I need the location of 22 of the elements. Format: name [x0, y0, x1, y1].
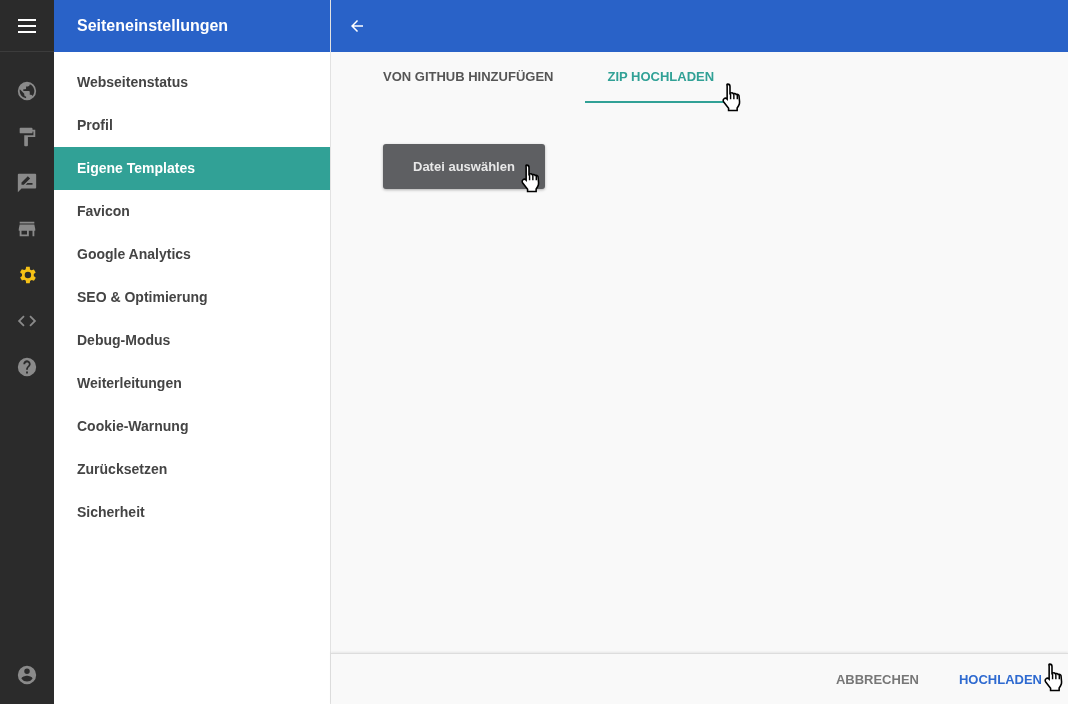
globe-icon[interactable]: [16, 80, 38, 102]
hand-cursor-icon: [722, 82, 743, 112]
sidebar-item[interactable]: Zurücksetzen: [54, 448, 330, 491]
sidebar-item[interactable]: Sicherheit: [54, 491, 330, 534]
account-icon[interactable]: [16, 664, 38, 686]
hand-cursor-icon: [520, 163, 541, 193]
sidebar-item[interactable]: SEO & Optimierung: [54, 276, 330, 319]
help-icon[interactable]: [16, 356, 38, 378]
choose-file-button[interactable]: Datei auswählen: [383, 144, 545, 189]
sidebar-title: Seiteneinstellungen: [77, 17, 229, 35]
hand-cursor-icon: [1044, 662, 1064, 692]
cancel-button[interactable]: ABBRECHEN: [835, 672, 919, 687]
sidebar-item[interactable]: Cookie-Warnung: [54, 405, 330, 448]
sidebar-item[interactable]: Weiterleitungen: [54, 362, 330, 405]
upload-button[interactable]: HOCHLADEN: [958, 672, 1042, 687]
sidebar-item[interactable]: Profil: [54, 104, 330, 147]
tab[interactable]: VON GITHUB HINZUFÜGEN: [383, 52, 554, 103]
sidebar-item[interactable]: Webseitenstatus: [54, 61, 330, 104]
sidebar-item[interactable]: Google Analytics: [54, 233, 330, 276]
sidebar-item[interactable]: Debug-Modus: [54, 319, 330, 362]
comment-edit-icon[interactable]: [16, 172, 38, 194]
sidebar-item[interactable]: Favicon: [54, 190, 330, 233]
